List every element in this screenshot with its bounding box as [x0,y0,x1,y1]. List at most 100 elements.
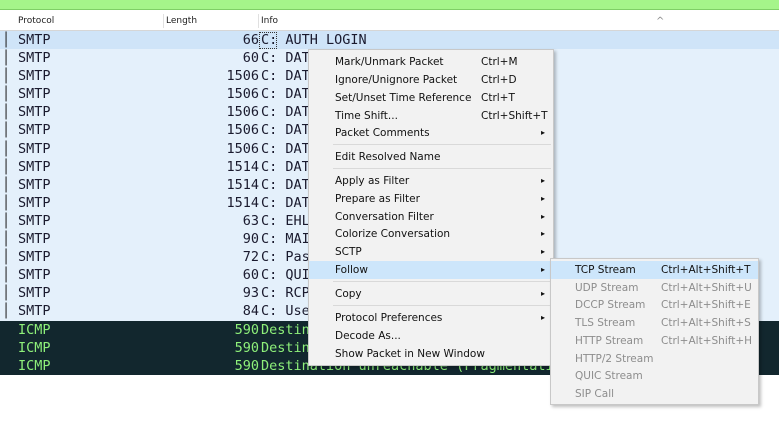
protocol-cell: ICMP [18,357,51,374]
menu-item-decode-as[interactable]: Decode As... [309,327,553,345]
context-menu: Mark/Unmark Packet Ctrl+M Ignore/Unignore… [308,49,554,366]
menu-item-label: Decode As... [335,330,401,342]
submenu-arrow-icon: ▸ [540,212,545,221]
protocol-cell: SMTP [18,140,51,157]
menu-item-shortcut: Ctrl+Alt+Shift+E [661,299,751,311]
length-cell: 590 [234,321,259,338]
menu-item-label: HTTP Stream [575,335,644,347]
length-cell: 1514 [226,194,259,211]
row-marker: │ [2,194,11,211]
info-cell: C: DAT [261,104,310,121]
menu-item-shortcut: Ctrl+T [481,92,515,104]
column-divider[interactable] [163,14,164,28]
protocol-cell: SMTP [18,176,51,193]
row-marker: │ [2,249,11,266]
column-header-length[interactable]: Length [166,16,197,26]
submenu-arrow-icon: ▸ [540,176,545,185]
menu-item-sctp[interactable]: SCTP ▸ [309,243,553,261]
length-cell: 93 [242,285,259,302]
menu-item-copy[interactable]: Copy ▸ [309,285,553,303]
info-cell: C: RCP [261,285,310,302]
info-cell: C: Pas [261,249,310,266]
length-cell: 590 [234,339,259,356]
submenu-item-http-stream[interactable]: HTTP Stream Ctrl+Alt+Shift+H [551,332,758,350]
protocol-cell: SMTP [18,303,51,320]
menu-item-edit-resolved-name[interactable]: Edit Resolved Name [309,148,553,166]
menu-separator [333,168,551,169]
length-cell: 1514 [226,158,259,175]
menu-item-shortcut: Ctrl+Alt+Shift+H [661,335,753,347]
protocol-cell: SMTP [18,212,51,229]
row-marker: │ [2,122,11,139]
submenu-arrow-icon: ▸ [540,313,545,322]
submenu-item-http2-stream[interactable]: HTTP/2 Stream [551,350,758,368]
row-marker: │ [2,176,11,193]
length-cell: 1506 [226,122,259,139]
packet-row[interactable]: │ SMTP 66 C: AUTH LOGIN [0,31,779,50]
menu-item-conversation-filter[interactable]: Conversation Filter ▸ [309,208,553,226]
menu-item-prepare-as-filter[interactable]: Prepare as Filter ▸ [309,190,553,208]
protocol-cell: SMTP [18,249,51,266]
length-cell: 84 [242,303,259,320]
menu-item-mark-packet[interactable]: Mark/Unmark Packet Ctrl+M [309,53,553,71]
submenu-item-sip-call[interactable]: SIP Call [551,385,758,403]
menu-item-apply-as-filter[interactable]: Apply as Filter ▸ [309,172,553,190]
menu-item-shortcut: Ctrl+M [481,56,518,68]
row-marker: │ [2,158,11,175]
length-cell: 72 [242,249,259,266]
menu-item-packet-comments[interactable]: Packet Comments ▸ [309,124,553,142]
submenu-item-tls-stream[interactable]: TLS Stream Ctrl+Alt+Shift+S [551,314,758,332]
protocol-cell: SMTP [18,104,51,121]
protocol-cell: SMTP [18,267,51,284]
protocol-cell: SMTP [18,50,51,67]
length-cell: 590 [234,357,259,374]
submenu-arrow-icon: ▸ [540,289,545,298]
menu-item-label: Mark/Unmark Packet [335,56,444,68]
submenu-item-quic-stream[interactable]: QUIC Stream [551,367,758,385]
menu-item-label: TLS Stream [575,317,636,329]
column-divider[interactable] [258,14,259,28]
menu-item-label: QUIC Stream [575,370,643,382]
menu-item-label: Set/Unset Time Reference [335,92,472,104]
menu-item-label: HTTP/2 Stream [575,353,654,365]
protocol-cell: SMTP [18,158,51,175]
row-marker: │ [2,267,11,284]
length-cell: 1514 [226,176,259,193]
menu-item-shortcut: Ctrl+Alt+Shift+S [661,317,751,329]
info-cell: C: QUI [261,267,310,284]
menu-separator [333,305,551,306]
menu-item-colorize-conversation[interactable]: Colorize Conversation ▸ [309,225,553,243]
column-header-protocol[interactable]: Protocol [18,16,54,26]
menu-item-ignore-packet[interactable]: Ignore/Unignore Packet Ctrl+D [309,71,553,89]
length-cell: 1506 [226,104,259,121]
menu-item-label: TCP Stream [575,264,636,276]
menu-item-label: Show Packet in New Window [335,348,485,360]
submenu-item-tcp-stream[interactable]: TCP Stream Ctrl+Alt+Shift+T [551,261,758,279]
follow-submenu: TCP Stream Ctrl+Alt+Shift+T UDP Stream Ctr… [550,258,759,405]
info-cell: C: DAT [261,50,310,67]
submenu-item-udp-stream[interactable]: UDP Stream Ctrl+Alt+Shift+U [551,279,758,297]
submenu-arrow-icon: ▸ [540,194,545,203]
submenu-item-dccp-stream[interactable]: DCCP Stream Ctrl+Alt+Shift+E [551,296,758,314]
menu-item-follow[interactable]: Follow ▸ [309,261,553,279]
menu-item-protocol-preferences[interactable]: Protocol Preferences ▸ [309,309,553,327]
row-marker: │ [2,303,11,320]
info-cell: C: Use [261,303,310,320]
protocol-cell: SMTP [18,68,51,85]
menu-item-shortcut: Ctrl+Alt+Shift+T [661,264,751,276]
menu-item-label: Protocol Preferences [335,312,443,324]
row-marker: │ [2,32,11,48]
protocol-cell: ICMP [18,321,51,338]
menu-item-label: SCTP [335,246,362,258]
info-cell: C: DAT [261,86,310,103]
menu-item-show-packet-new-window[interactable]: Show Packet in New Window [309,345,553,363]
menu-item-time-shift[interactable]: Time Shift... Ctrl+Shift+T [309,107,553,125]
menu-item-shortcut: Ctrl+D [481,74,517,86]
protocol-cell: SMTP [18,285,51,302]
protocol-cell: SMTP [18,122,51,139]
menu-item-time-reference[interactable]: Set/Unset Time Reference Ctrl+T [309,89,553,107]
menu-item-label: Colorize Conversation [335,228,451,240]
menu-item-shortcut: Ctrl+Alt+Shift+U [661,282,752,294]
menu-item-label: Prepare as Filter [335,193,420,205]
column-header-info[interactable]: Info [261,16,278,26]
